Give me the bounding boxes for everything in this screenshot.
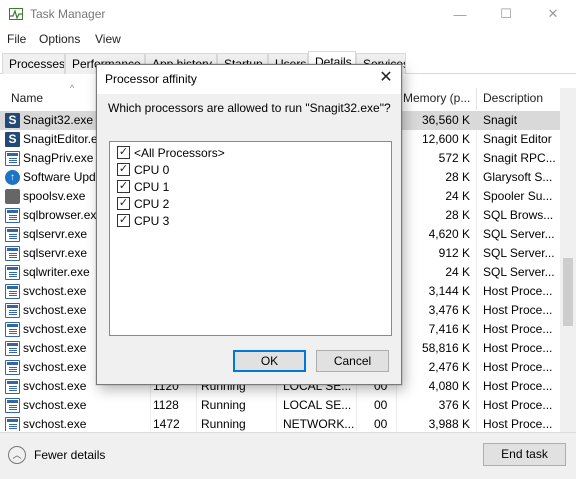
process-description: Host Proce...	[483, 322, 553, 336]
process-description: Host Proce...	[483, 341, 553, 355]
task-manager-icon	[9, 8, 23, 20]
process-memory: 28 K	[445, 208, 470, 222]
process-memory: 24 K	[445, 265, 470, 279]
process-memory: 58,816 K	[421, 341, 470, 355]
process-memory: 12,600 K	[421, 132, 470, 146]
process-name: svchost.exe	[23, 398, 87, 412]
process-status: Running	[201, 398, 246, 412]
process-description: Snagit	[483, 113, 518, 127]
process-description: Glarysoft S...	[483, 170, 553, 184]
process-description: Host Proce...	[483, 360, 553, 374]
tab-processes[interactable]: Processes	[2, 53, 65, 74]
processor-affinity-dialog: Processor affinity ✕ Which processors ar…	[96, 64, 402, 385]
window-icon	[5, 246, 20, 261]
processor-option-label: CPU 0	[134, 163, 170, 177]
process-memory: 28 K	[445, 170, 470, 184]
process-description: Snagit RPC...	[483, 151, 556, 165]
sort-ascending-icon: ^	[70, 83, 75, 93]
process-memory: 2,476 K	[428, 360, 470, 374]
dialog-close-button[interactable]: ✕	[373, 67, 399, 89]
processor-option-label: CPU 1	[134, 180, 170, 194]
processor-list: ✓ <All Processors> ✓ CPU 0 ✓ CPU 1 ✓ CPU 2 ✓ CPU …	[109, 141, 392, 336]
process-memory: 3,988 K	[428, 417, 470, 431]
process-description: Host Proce...	[483, 284, 553, 298]
scrollbar-thumb[interactable]	[563, 258, 573, 326]
process-description: Snagit Editor	[483, 132, 552, 146]
process-memory: 24 K	[445, 189, 470, 203]
chevron-up-icon[interactable]: ︿	[8, 446, 26, 464]
window-icon	[5, 151, 20, 166]
process-user: LOCAL SE...	[283, 398, 352, 412]
close-window-button[interactable]: ✕	[530, 0, 576, 28]
process-description: Host Proce...	[483, 417, 553, 431]
window-icon	[5, 379, 20, 394]
table-row[interactable]: svchost.exe 1128 Running LOCAL SE... 00 376 K…	[0, 396, 560, 415]
column-header-description[interactable]: Description	[483, 91, 543, 105]
window-icon	[5, 417, 20, 431]
window-icon	[5, 265, 20, 280]
dialog-body: Which processors are allowed to run "Sna…	[97, 94, 401, 344]
process-pid: 1472	[153, 417, 180, 431]
window-icon	[5, 341, 20, 356]
menu-bar: File Options View	[0, 28, 576, 50]
window-icon	[5, 227, 20, 242]
menu-view[interactable]: View	[95, 32, 121, 46]
checkbox-checked-icon[interactable]: ✓	[117, 180, 130, 193]
snagit-icon: S	[5, 113, 20, 128]
process-description: Host Proce...	[483, 379, 553, 393]
process-memory: 912 K	[438, 246, 470, 260]
process-status: Running	[201, 417, 246, 431]
process-cpu: 00	[374, 398, 388, 412]
process-description: Spooler Su...	[483, 189, 553, 203]
snagit-icon: S	[5, 132, 20, 147]
processor-option-label: <All Processors>	[134, 146, 225, 160]
menu-file[interactable]: File	[7, 32, 26, 46]
processor-option-label: CPU 2	[134, 197, 170, 211]
process-description: SQL Server...	[483, 265, 555, 279]
minimize-button[interactable]: —	[437, 0, 483, 28]
fewer-details-link[interactable]: Fewer details	[34, 448, 105, 462]
checkbox-checked-icon[interactable]: ✓	[117, 163, 130, 176]
window-icon	[5, 303, 20, 318]
process-description: Host Proce...	[483, 398, 553, 412]
dialog-title: Processor affinity	[105, 72, 197, 86]
window-icon	[5, 284, 20, 299]
checkbox-checked-icon[interactable]: ✓	[117, 197, 130, 210]
maximize-button[interactable]: ☐	[483, 0, 529, 28]
dialog-prompt: Which processors are allowed to run "Sna…	[108, 101, 391, 115]
checkbox-checked-icon[interactable]: ✓	[117, 214, 130, 227]
window-icon	[5, 360, 20, 375]
table-row[interactable]: svchost.exe 1472 Running NETWORK... 00 3,988 …	[0, 415, 560, 431]
process-pid: 1128	[153, 398, 179, 412]
column-header-name[interactable]: Name	[11, 91, 43, 105]
process-memory: 4,620 K	[428, 227, 470, 241]
window-icon	[5, 398, 20, 413]
window-icon	[5, 322, 20, 337]
process-description: SQL Brows...	[483, 208, 554, 222]
cancel-button[interactable]: Cancel	[316, 350, 389, 372]
processor-option-label: CPU 3	[134, 214, 170, 228]
window-title: Task Manager	[30, 7, 106, 21]
process-memory: 7,416 K	[428, 322, 470, 336]
checkbox-checked-icon[interactable]: ✓	[117, 146, 130, 159]
process-memory: 36,560 K	[421, 113, 470, 127]
process-memory: 3,144 K	[428, 284, 470, 298]
ok-button[interactable]: OK	[233, 350, 306, 372]
column-header-memory[interactable]: Memory (p...	[403, 91, 470, 105]
window-icon	[5, 208, 20, 223]
process-cpu: 00	[374, 417, 388, 431]
process-name: svchost.exe	[23, 417, 87, 431]
process-memory: 376 K	[438, 398, 470, 412]
process-description: Host Proce...	[483, 303, 553, 317]
process-memory: 572 K	[438, 151, 470, 165]
printer-icon	[5, 189, 20, 204]
process-description: SQL Server...	[483, 227, 555, 241]
process-description: SQL Server...	[483, 246, 555, 260]
menu-options[interactable]: Options	[39, 32, 80, 46]
update-icon: ↑	[5, 170, 20, 185]
process-memory: 4,080 K	[428, 379, 470, 393]
end-task-button[interactable]: End task	[483, 443, 566, 466]
process-memory: 3,476 K	[428, 303, 470, 317]
process-user: NETWORK...	[283, 417, 355, 431]
